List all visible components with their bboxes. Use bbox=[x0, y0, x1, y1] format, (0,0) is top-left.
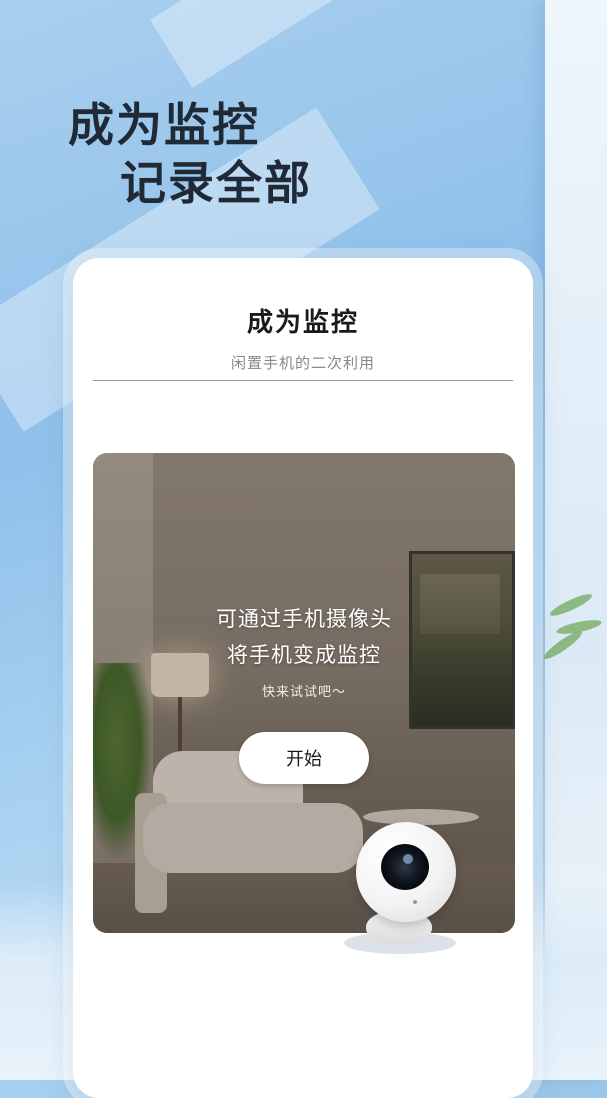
hero-hint: 快来试试吧～ bbox=[261, 685, 346, 700]
headline-line2: 记录全部 bbox=[120, 156, 312, 210]
start-button[interactable]: 开始 bbox=[239, 732, 369, 784]
card-subtitle: 闲置手机的二次利用 bbox=[230, 354, 375, 372]
card-title: 成为监控 bbox=[246, 308, 359, 338]
camera-indicator bbox=[413, 900, 417, 904]
headline-line1: 成为监控 bbox=[68, 98, 260, 152]
divider bbox=[93, 380, 513, 381]
hero-text-line1: 可通过手机摄像头 bbox=[216, 607, 392, 631]
hero-text-line2: 将手机变成监控 bbox=[227, 643, 381, 667]
security-camera-icon bbox=[344, 822, 469, 962]
camera-lens bbox=[381, 844, 429, 890]
headline: 成为监控 记录全部 bbox=[68, 96, 312, 212]
light-streak bbox=[150, 0, 498, 88]
camera-body bbox=[356, 822, 456, 922]
monitor-card: 成为监控 闲置手机的二次利用 可通过手机摄像头 将手机变成监控 快来试试吧～ 开… bbox=[73, 258, 533, 1098]
